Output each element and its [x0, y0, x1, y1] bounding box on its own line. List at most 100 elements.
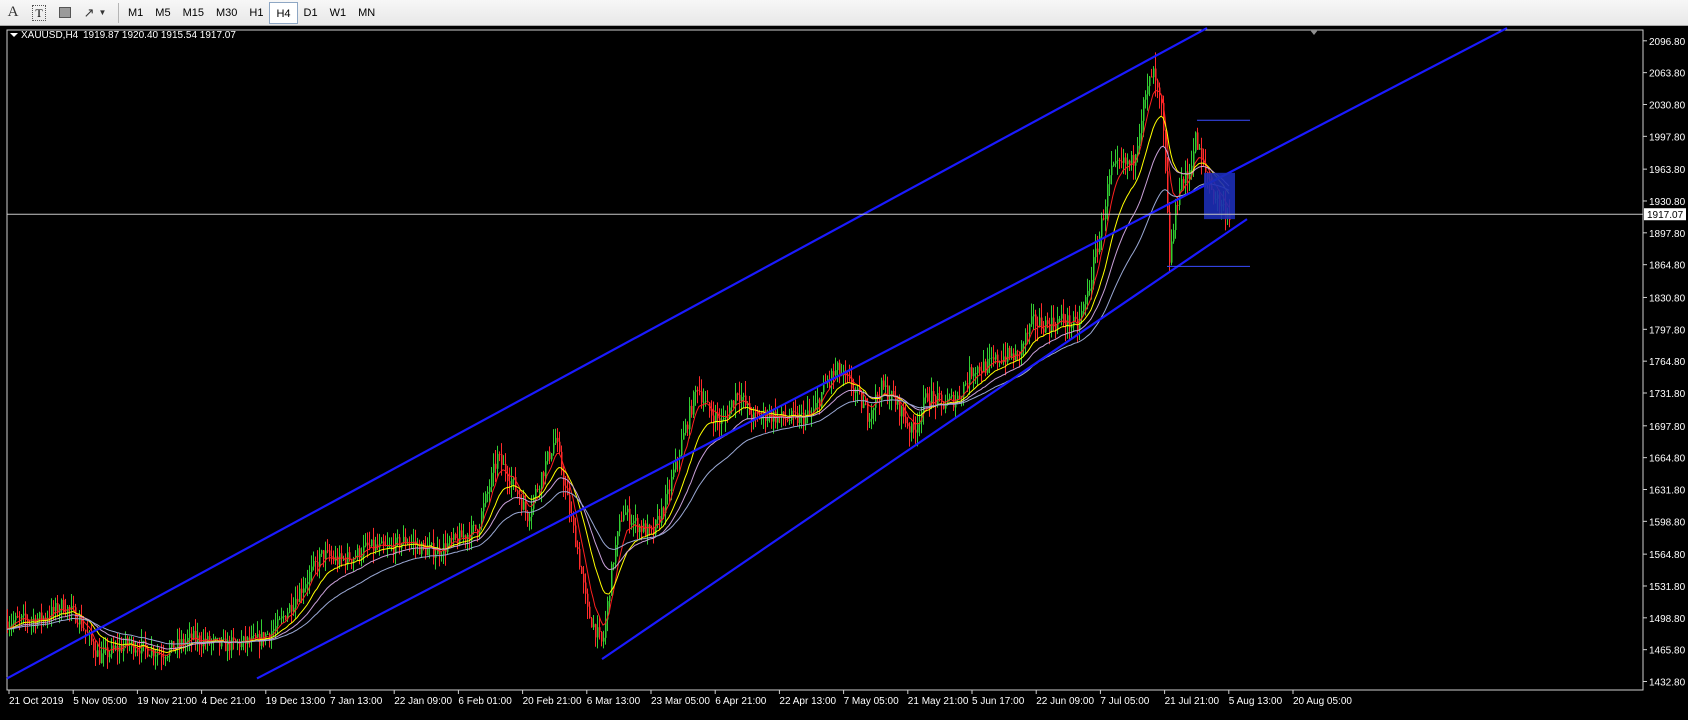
- candle: [917, 412, 919, 447]
- text-tool-icon[interactable]: A: [0, 2, 26, 24]
- candle: [965, 380, 967, 387]
- candle: [721, 408, 723, 436]
- candle: [1149, 75, 1151, 97]
- candle: [189, 622, 191, 652]
- candle: [1043, 320, 1045, 337]
- candle: [439, 539, 441, 567]
- candle: [929, 386, 931, 417]
- candle: [1033, 303, 1035, 331]
- candle: [975, 366, 977, 384]
- candle: [93, 638, 95, 658]
- candle: [715, 404, 717, 432]
- candle: [1113, 161, 1115, 167]
- chart-menu-triangle-icon[interactable]: [10, 33, 18, 37]
- candle: [333, 550, 335, 565]
- candle: [839, 359, 841, 384]
- rectangle-tool-icon[interactable]: [52, 2, 78, 24]
- candle: [745, 380, 747, 409]
- candle: [1051, 305, 1053, 338]
- candle: [551, 453, 553, 462]
- candle: [229, 635, 231, 660]
- candle: [503, 455, 505, 465]
- timeframe-m30-button[interactable]: M30: [210, 2, 243, 24]
- timeframe-d1-button[interactable]: D1: [298, 2, 324, 24]
- chart-shift-marker-icon[interactable]: [1310, 30, 1318, 35]
- channel-mid-line[interactable]: [601, 218, 1248, 661]
- candle: [529, 512, 531, 531]
- candle: [339, 545, 341, 569]
- y-tick-label: 1897.80: [1649, 229, 1686, 240]
- candle: [889, 385, 891, 410]
- plot-frame: [6, 29, 1644, 691]
- candle: [39, 611, 41, 624]
- x-tick-label: 22 Apr 13:00: [779, 696, 836, 707]
- candle: [381, 537, 383, 544]
- x-tick-label: 21 Oct 2019: [9, 696, 64, 707]
- candle: [195, 619, 197, 651]
- candle: [1103, 209, 1105, 221]
- candle: [793, 401, 795, 427]
- candle: [1147, 73, 1149, 111]
- candle: [295, 586, 297, 619]
- candle: [221, 636, 223, 650]
- candle: [1173, 223, 1175, 244]
- timeframe-h4-button[interactable]: H4: [269, 1, 298, 24]
- dropdown-arrow-icon[interactable]: ▼: [98, 8, 106, 17]
- candle: [1075, 304, 1077, 322]
- timeframe-m1-button[interactable]: M1: [122, 2, 149, 24]
- candle: [693, 390, 695, 419]
- timeframe-h1-button[interactable]: H1: [243, 2, 269, 24]
- candle: [549, 446, 551, 464]
- candle: [471, 515, 473, 550]
- candle: [971, 364, 973, 380]
- candle: [463, 523, 465, 544]
- y-tick-label: 1564.80: [1649, 550, 1686, 561]
- candle: [77, 614, 79, 628]
- candle: [1003, 343, 1005, 366]
- candle: [57, 595, 59, 618]
- timeframe-m5-button[interactable]: M5: [149, 2, 176, 24]
- candle: [1067, 307, 1069, 339]
- x-tick-label: 5 Nov 05:00: [73, 696, 127, 707]
- candle: [1099, 231, 1101, 255]
- candle: [705, 390, 707, 407]
- timeframe-group: M1 M5 M15 M30 H1 H4 D1 W1 MN: [122, 1, 381, 24]
- x-tick-label: 7 May 05:00: [844, 696, 899, 707]
- candle: [29, 619, 31, 627]
- timeframe-mn-button[interactable]: MN: [352, 2, 381, 24]
- candle: [619, 514, 621, 537]
- candle: [701, 379, 703, 409]
- candle: [883, 374, 885, 390]
- candle: [587, 588, 589, 619]
- channel-lower-line[interactable]: [256, 27, 1508, 680]
- candle: [739, 381, 741, 414]
- candle: [247, 636, 249, 657]
- candle: [809, 398, 811, 417]
- candle: [695, 385, 697, 406]
- candle: [289, 603, 291, 614]
- price-chart[interactable]: 2096.80 2063.80 2030.80 1997.80 1963.80 1930.…: [0, 26, 1688, 720]
- candle: [1157, 78, 1159, 99]
- timeframe-w1-button[interactable]: W1: [324, 2, 353, 24]
- timeframe-m15-button[interactable]: M15: [177, 2, 210, 24]
- candle: [719, 408, 721, 438]
- x-axis: 21 Oct 2019 5 Nov 05:00 19 Nov 21:00 4 Dec …: [8, 690, 1352, 707]
- candle: [181, 630, 183, 654]
- arrows-tool-icon[interactable]: ↗ ▼: [78, 2, 112, 24]
- candle: [445, 530, 447, 566]
- candle: [655, 519, 657, 537]
- candle: [665, 484, 667, 525]
- channel-upper-line[interactable]: [6, 27, 1208, 680]
- candle: [1111, 150, 1113, 185]
- x-tick-label: 22 Jan 09:00: [394, 696, 452, 707]
- candles: [7, 52, 1231, 671]
- candle: [847, 372, 849, 383]
- x-tick-label: 20 Aug 05:00: [1293, 696, 1352, 707]
- candle: [491, 467, 493, 493]
- highlight-rectangle[interactable]: [1204, 172, 1235, 220]
- candle: [1151, 68, 1153, 78]
- candle: [319, 547, 321, 579]
- candle: [933, 382, 935, 409]
- text-label-tool-icon[interactable]: T: [26, 2, 52, 24]
- candle: [843, 364, 845, 387]
